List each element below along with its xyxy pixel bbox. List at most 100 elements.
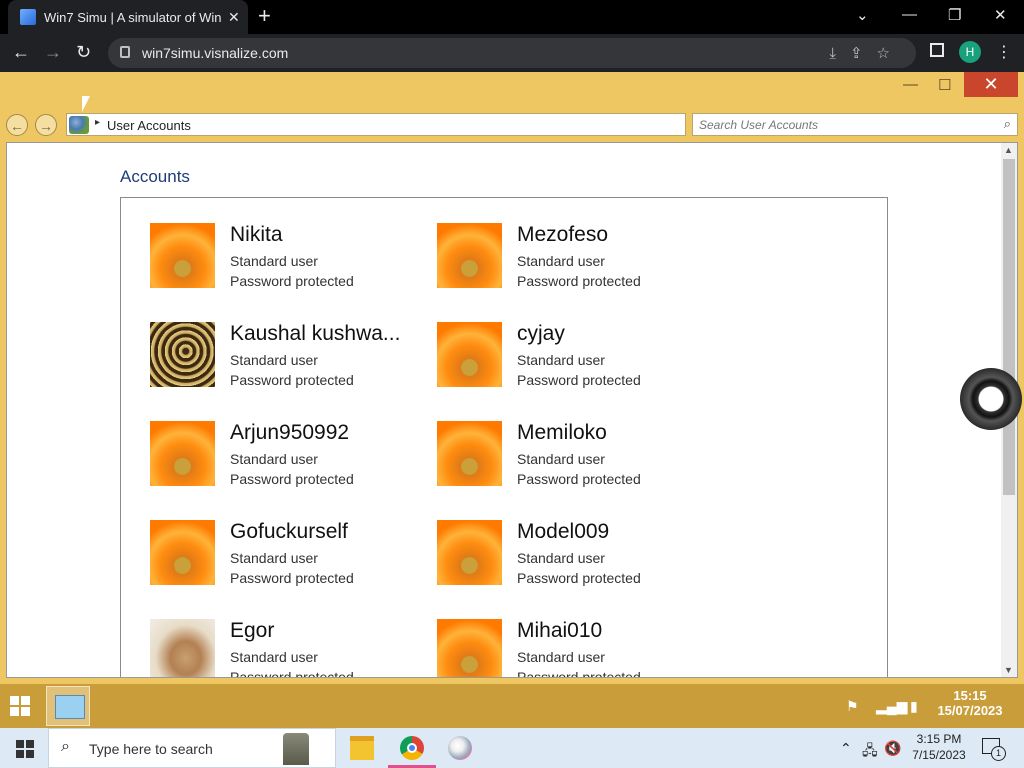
account-name[interactable]: Model009 <box>517 520 609 544</box>
browser-menu-icon[interactable]: ⋮ <box>996 42 1012 62</box>
scroll-down-icon[interactable]: ▼ <box>1004 665 1013 675</box>
window-close-button[interactable]: ✕ <box>964 72 1018 97</box>
control-panel-taskbar-button[interactable] <box>46 686 90 726</box>
account-type: Standard user <box>517 451 605 467</box>
taskbar-clock[interactable]: 3:15 PM 7/15/2023 <box>904 731 974 763</box>
browser-tab[interactable]: Win7 Simu | A simulator of Windo ✕ <box>8 0 248 34</box>
tab-title: Win7 Simu | A simulator of Windo <box>44 9 222 25</box>
account-tile[interactable]: Kaushal kushwa... Standard user Password… <box>150 322 420 392</box>
browser-forward-icon[interactable]: → <box>44 42 62 63</box>
account-name[interactable]: cyjay <box>517 322 565 346</box>
account-tile[interactable]: Mezofeso Standard user Password protecte… <box>437 223 707 293</box>
network-icon[interactable]: 🖧 <box>862 740 878 764</box>
account-picture[interactable] <box>150 322 215 387</box>
share-icon[interactable]: ⇪ <box>850 45 877 62</box>
win7-favicon-icon <box>20 9 36 25</box>
profile-avatar[interactable]: H <box>959 41 981 63</box>
account-name[interactable]: Gofuckurself <box>230 520 348 544</box>
taskbar-time: 3:15 PM <box>916 732 962 746</box>
account-picture[interactable] <box>437 421 502 486</box>
account-tile[interactable]: Egor Standard user Password protected <box>150 619 420 678</box>
account-picture[interactable] <box>437 520 502 585</box>
account-tile[interactable]: Arjun950992 Standard user Password prote… <box>150 421 420 491</box>
account-status: Password protected <box>230 372 354 388</box>
windows-start-button[interactable] <box>16 740 34 758</box>
account-tile[interactable]: Gofuckurself Standard user Password prot… <box>150 520 420 590</box>
account-type: Standard user <box>517 550 605 566</box>
breadcrumb[interactable]: ▸ User Accounts <box>66 113 686 136</box>
account-name[interactable]: Memiloko <box>517 421 607 445</box>
volume-muted-icon[interactable]: 🔇 <box>884 740 901 757</box>
action-center-flag-icon[interactable]: ⚑ <box>846 698 859 715</box>
battery-icon[interactable]: ▮ <box>910 698 918 715</box>
reload-icon[interactable]: ↻ <box>76 42 91 63</box>
account-type: Standard user <box>230 451 318 467</box>
account-tile[interactable]: Model009 Standard user Password protecte… <box>437 520 707 590</box>
search-user-accounts-input[interactable]: Search User Accounts ⌕ <box>692 113 1018 136</box>
account-name[interactable]: Mezofeso <box>517 223 608 247</box>
window-forward-icon[interactable]: → <box>35 114 57 136</box>
install-icon[interactable]: ⤓ <box>829 45 850 62</box>
account-picture[interactable] <box>150 619 215 677</box>
browser-tab-strip: Win7 Simu | A simulator of Windo ✕ + ⌄ —… <box>0 0 1024 34</box>
account-name[interactable]: Kaushal kushwa... <box>230 322 400 346</box>
account-name[interactable]: Mihai010 <box>517 619 602 643</box>
account-status: Password protected <box>230 570 354 586</box>
account-tile[interactable]: Nikita Standard user Password protected <box>150 223 420 293</box>
notifications-icon[interactable]: 1 <box>982 738 1006 761</box>
tab-close-icon[interactable]: ✕ <box>228 9 240 26</box>
scroll-up-icon[interactable]: ▲ <box>1004 145 1013 155</box>
account-type: Standard user <box>230 649 318 665</box>
account-tile[interactable]: Memiloko Standard user Password protecte… <box>437 421 707 491</box>
simulator-start-button[interactable] <box>10 696 30 716</box>
browser-back-icon[interactable]: ← <box>12 42 30 63</box>
taskbar-search-box[interactable]: ⌕ Type here to search <box>48 728 336 768</box>
side-panel-icon[interactable] <box>930 43 944 57</box>
new-tab-button[interactable]: + <box>258 4 271 28</box>
account-status: Password protected <box>517 471 641 487</box>
scrollbar-thumb[interactable] <box>1003 159 1015 495</box>
account-name[interactable]: Arjun950992 <box>230 421 349 445</box>
account-name[interactable]: Nikita <box>230 223 283 247</box>
window-back-icon[interactable]: ← <box>6 114 28 136</box>
breadcrumb-caret-icon[interactable]: ▸ <box>95 117 100 128</box>
floating-record-button[interactable] <box>960 368 1022 430</box>
simulator-clock[interactable]: 15:15 15/07/2023 <box>936 688 1004 718</box>
omnibox-actions: ⤓⇪☆ <box>829 44 904 62</box>
account-picture[interactable] <box>150 223 215 288</box>
account-status: Password protected <box>517 372 641 388</box>
page-title: Accounts <box>120 167 190 186</box>
notification-count-badge: 1 <box>991 746 1006 761</box>
account-type: Standard user <box>230 550 318 566</box>
address-bar[interactable]: win7simu.visnalize.com ⤓⇪☆ <box>108 38 916 68</box>
search-highlight-icon[interactable] <box>283 733 309 765</box>
url-text: win7simu.visnalize.com <box>142 45 289 61</box>
host-taskbar: ⌕ Type here to search ⌃ 🖧 🔇 3:15 PM 7/15… <box>0 728 1024 768</box>
window-maximize-button[interactable]: ☐ <box>938 76 951 94</box>
account-tile[interactable]: Mihai010 Standard user Password protecte… <box>437 619 707 677</box>
bookmark-star-icon[interactable]: ☆ <box>877 45 904 62</box>
account-status: Password protected <box>230 273 354 289</box>
file-explorer-icon[interactable] <box>350 736 374 760</box>
account-picture[interactable] <box>437 322 502 387</box>
account-picture[interactable] <box>150 520 215 585</box>
accounts-list: Nikita Standard user Password protected … <box>120 197 888 678</box>
tab-search-chevron-icon[interactable]: ⌄ <box>856 6 869 24</box>
close-browser-button[interactable]: ✕ <box>994 6 1007 24</box>
account-picture[interactable] <box>437 223 502 288</box>
chrome-icon[interactable] <box>400 736 424 760</box>
account-picture[interactable] <box>437 619 502 677</box>
account-tile[interactable]: cyjay Standard user Password protected <box>437 322 707 392</box>
search-icon[interactable]: ⌕ <box>1004 116 1011 132</box>
account-name[interactable]: Egor <box>230 619 274 643</box>
paint-icon[interactable] <box>448 736 472 760</box>
show-hidden-icons-chevron-icon[interactable]: ⌃ <box>840 740 852 757</box>
taskbar-search-placeholder: Type here to search <box>89 741 213 757</box>
breadcrumb-user-accounts[interactable]: User Accounts <box>107 118 191 133</box>
network-signal-icon[interactable]: ▂▄▆ <box>876 698 907 715</box>
window-minimize-button[interactable]: — <box>903 76 918 93</box>
restore-browser-button[interactable]: ❐ <box>948 6 961 24</box>
account-status: Password protected <box>230 669 354 678</box>
minimize-browser-button[interactable]: — <box>902 6 917 23</box>
account-picture[interactable] <box>150 421 215 486</box>
